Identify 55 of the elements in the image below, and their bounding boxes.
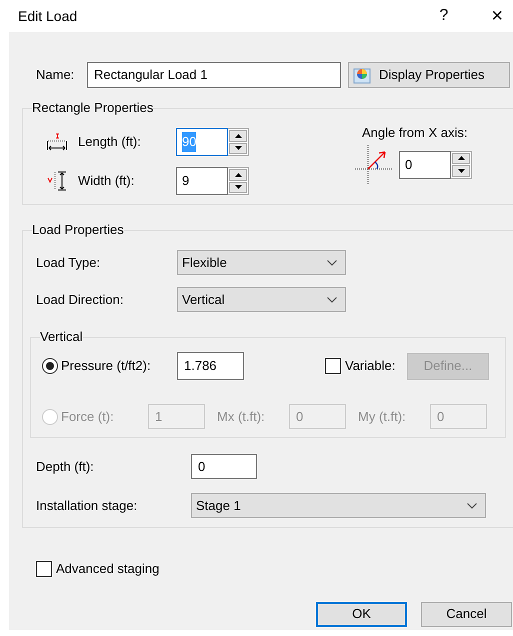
number-field[interactable]: 9 (176, 167, 228, 195)
down-arrow-icon (234, 146, 242, 150)
moment-label: Mx (t.ft): (217, 408, 266, 426)
text-field[interactable]: 1.786 (177, 352, 244, 380)
field-value: 9 (182, 172, 190, 190)
color-wheel-icon (353, 66, 371, 84)
text-field[interactable]: 0 (191, 454, 257, 479)
dialog-button[interactable]: Cancel (421, 602, 512, 626)
width-label: Width (ft): (78, 172, 136, 190)
load-type-label: Load Type: (36, 254, 102, 272)
spin-down-button[interactable] (229, 142, 247, 154)
load-direction-label: Load Direction: (36, 290, 124, 309)
dropdown[interactable]: Stage 1 (191, 493, 486, 518)
angle-icon (355, 144, 393, 184)
field-value: 90 (182, 132, 196, 152)
up-arrow-icon (458, 156, 464, 160)
variable-label: Variable: (345, 357, 396, 376)
depth-label: Depth (ft): (36, 458, 95, 476)
angle-label: Angle from X axis: (362, 124, 468, 142)
chevron-down-icon (327, 296, 337, 302)
group-title: Load Properties (32, 222, 124, 238)
checkbox[interactable] (325, 358, 341, 374)
force-label: Force (t): (61, 408, 115, 426)
spin-up-button[interactable] (229, 169, 247, 180)
up-arrow-icon (234, 172, 242, 177)
installation-stage-label: Installation stage: (36, 496, 138, 515)
help-button[interactable]: ? (439, 4, 448, 28)
spin-up-button[interactable] (229, 130, 247, 142)
checkbox[interactable] (36, 560, 52, 577)
dropdown[interactable]: Vertical (177, 287, 346, 312)
chevron-down-icon (327, 260, 337, 266)
advanced-staging-label: Advanced staging (56, 560, 160, 578)
spin-down-button[interactable] (452, 165, 470, 176)
text-field[interactable]: Rectangular Load 1 (87, 62, 341, 88)
dropdown[interactable]: Flexible (177, 250, 346, 275)
dialog-button[interactable]: OK (316, 602, 407, 626)
down-arrow-icon (458, 168, 464, 173)
down-arrow-icon (234, 185, 242, 190)
pressure-label: Pressure (t/ft2): (61, 357, 152, 376)
window-title: Edit Load (18, 6, 78, 26)
display-properties-button[interactable]: Display Properties (348, 62, 510, 88)
chevron-down-icon (467, 502, 477, 508)
length-label: Length (ft): (78, 133, 142, 152)
close-button[interactable]: × (491, 6, 503, 26)
number-field[interactable]: 0 (399, 150, 451, 178)
length-icon (46, 133, 68, 151)
spin-down-button[interactable] (229, 182, 247, 193)
field-value: 0 (405, 156, 412, 174)
group-title: Rectangle Properties (32, 100, 154, 116)
width-icon (46, 171, 68, 191)
radio-button[interactable] (42, 358, 58, 374)
spin-up-button[interactable] (452, 152, 470, 164)
up-arrow-icon (234, 134, 242, 138)
moment-label: My (t.ft): (358, 408, 407, 426)
name-label: Name: (36, 66, 76, 84)
